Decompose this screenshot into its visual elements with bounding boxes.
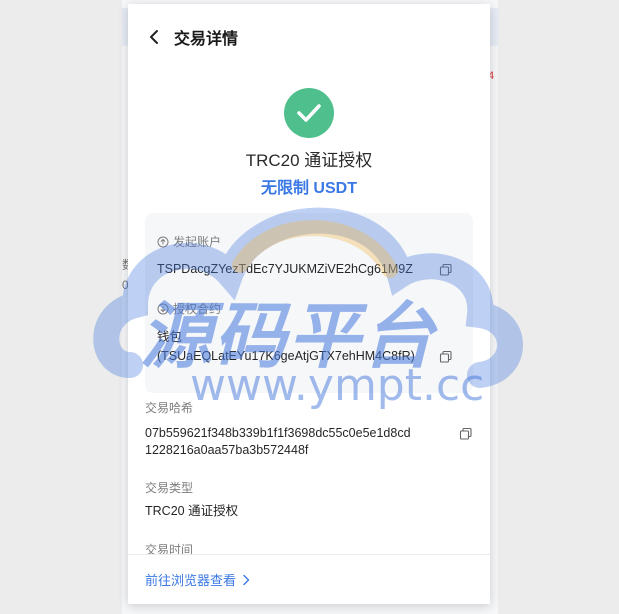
arrow-up-circle-icon	[157, 236, 169, 247]
header: 交易详情	[128, 4, 490, 70]
back-button[interactable]	[142, 25, 166, 49]
from-account-label: 发起账户	[157, 233, 221, 250]
view-in-explorer-link[interactable]: 前往浏览器查看	[145, 570, 250, 589]
copy-icon[interactable]	[459, 427, 473, 441]
from-account-value: TSPDacgZYezTdEc7YJUKMZiVE2hCg61M9Z	[157, 262, 413, 276]
type-label: 交易类型	[145, 481, 194, 495]
contract-label: 授权合约	[157, 300, 221, 317]
hash-value-line1: 07b559621f348b339b1f1f3698dc55c0e5e1d8cd	[145, 426, 411, 440]
copy-icon[interactable]	[439, 350, 453, 364]
contract-address: (TSUaEQLatEYu17K6geAtjGTX7ehHM4C8fR)	[157, 349, 415, 363]
transaction-type-title: TRC20 通证授权	[245, 151, 373, 170]
chevron-left-icon	[150, 30, 158, 44]
check-icon	[297, 104, 321, 122]
success-status-icon	[284, 88, 334, 138]
contract-label-text: 授权合约	[173, 302, 222, 316]
page-title: 交易详情	[174, 29, 239, 48]
copy-icon[interactable]	[439, 263, 453, 277]
arrow-down-circle-icon	[157, 303, 169, 314]
transaction-detail-panel: 交易详情 TRC20 通证授权 无限制 USDT 发起账户 TSPDacgZYe…	[128, 4, 490, 604]
hash-label: 交易哈希	[145, 401, 194, 415]
contract-name: 钱包	[157, 330, 183, 344]
hash-value-line2: 1228216a0aa57ba3b572448f	[145, 443, 309, 457]
chevron-right-icon	[243, 574, 250, 585]
type-value: TRC20 通证授权	[145, 504, 239, 518]
transaction-amount: 无限制 USDT	[260, 180, 357, 197]
footer: 前往浏览器查看	[128, 554, 490, 604]
from-account-label-text: 发起账户	[173, 235, 222, 249]
view-in-explorer-label: 前往浏览器查看	[145, 573, 237, 588]
account-info-card: 发起账户 TSPDacgZYezTdEc7YJUKMZiVE2hCg61M9Z …	[145, 213, 473, 393]
